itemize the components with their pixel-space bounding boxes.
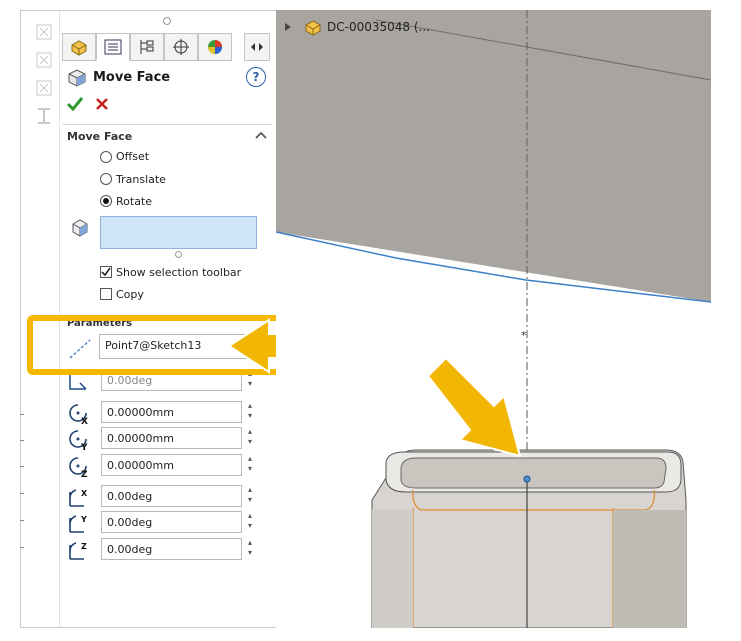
offset-label: Offset: [116, 150, 150, 163]
faded-feature-icon[interactable]: [35, 23, 53, 41]
faded-feature-icon[interactable]: [35, 51, 53, 69]
page-title: Move Face: [93, 70, 171, 85]
center-y-field[interactable]: 0.00000mm: [101, 427, 242, 449]
feature-tree-icon: [71, 40, 87, 56]
model-view: *: [276, 10, 711, 628]
svg-text:X: X: [81, 489, 88, 498]
move-face-section-heading: Move Face: [67, 130, 133, 143]
separator-tick: [20, 547, 24, 548]
copy-label: Copy: [116, 288, 144, 301]
angle-z-field[interactable]: 0.00deg: [101, 538, 242, 560]
ok-button[interactable]: [66, 96, 84, 112]
list-resize-handle[interactable]: [175, 251, 182, 258]
angle-y-spinner[interactable]: ▴ ▾: [245, 511, 255, 533]
move-face-icon: [68, 69, 86, 87]
angle-z-spinner[interactable]: ▴ ▾: [245, 538, 255, 560]
cancel-button[interactable]: [95, 97, 109, 111]
separator-tick: [20, 520, 24, 521]
rotate-label: Rotate: [116, 195, 153, 208]
offset-radio[interactable]: [100, 151, 112, 163]
tab-configuration-manager[interactable]: [130, 33, 164, 61]
translate-radio[interactable]: [100, 173, 112, 185]
rotation-center-x-icon: X: [69, 404, 88, 426]
rotate-radio[interactable]: [100, 195, 112, 207]
angle-x-field[interactable]: 0.00deg: [101, 485, 242, 507]
center-y-spinner[interactable]: ▴ ▾: [245, 427, 255, 449]
rotation-center-y-icon: Y: [69, 430, 88, 452]
svg-text:Z: Z: [81, 470, 88, 479]
show-selection-toolbar-label: Show selection toolbar: [116, 266, 242, 279]
translate-label: Translate: [116, 173, 166, 186]
collapse-chevron-icon[interactable]: [254, 130, 268, 140]
graphics-viewport[interactable]: *: [276, 10, 711, 628]
configuration-icon: [140, 40, 154, 54]
face-selection-box[interactable]: [100, 216, 257, 249]
crosshair-icon: [173, 39, 189, 55]
show-selection-toolbar-checkbox[interactable]: [100, 266, 112, 278]
tab-scroll-icon: [251, 43, 263, 51]
appearance-sphere-icon: [208, 40, 222, 54]
tab-feature-manager[interactable]: [62, 33, 96, 61]
manager-tabbar: [62, 33, 276, 61]
tab-display-manager[interactable]: [198, 33, 232, 61]
faded-text-icon[interactable]: [35, 107, 53, 125]
expand-arrow-icon[interactable]: [283, 22, 293, 32]
angle-y-field[interactable]: 0.00deg: [101, 511, 242, 533]
section-divider: [62, 124, 272, 125]
rotate-about-y-icon: Y: [69, 515, 87, 533]
center-z-field[interactable]: 0.00000mm: [101, 454, 242, 476]
center-x-field[interactable]: 0.00000mm: [101, 401, 242, 423]
center-x-spinner[interactable]: ▴ ▾: [245, 401, 255, 423]
faded-feature-icon[interactable]: [35, 79, 53, 97]
tab-property-manager[interactable]: [96, 33, 130, 61]
help-button[interactable]: ?: [246, 67, 266, 87]
rotate-about-x-icon: X: [69, 489, 88, 507]
mini-toolbar: [21, 11, 59, 141]
copy-checkbox[interactable]: [100, 288, 112, 300]
feature-tree-root[interactable]: DC-00035048 (...: [283, 16, 430, 38]
part-icon: [305, 20, 321, 36]
tab-dimxpert-manager[interactable]: [164, 33, 198, 61]
rotation-center-z-icon: Z: [69, 457, 88, 479]
separator-tick: [20, 440, 24, 441]
angle-x-spinner[interactable]: ▴ ▾: [245, 485, 255, 507]
svg-text:*: *: [521, 329, 527, 342]
svg-text:X: X: [81, 417, 88, 426]
center-z-spinner[interactable]: ▴ ▾: [245, 454, 255, 476]
part-name-label: DC-00035048 (...: [327, 20, 430, 34]
tab-scroll-arrows[interactable]: [244, 33, 270, 61]
separator-tick: [20, 414, 24, 415]
separator-tick: [20, 466, 24, 467]
svg-text:Z: Z: [81, 542, 87, 551]
svg-text:Y: Y: [80, 443, 88, 452]
svg-text:Y: Y: [80, 515, 87, 524]
splitter-handle[interactable]: [163, 17, 171, 25]
property-list-icon: [104, 39, 122, 55]
rotate-about-z-icon: Z: [69, 542, 87, 560]
face-selection-icon: [72, 219, 88, 237]
separator-tick: [20, 493, 24, 494]
diagonal-arrow-annotation: [426, 356, 522, 458]
